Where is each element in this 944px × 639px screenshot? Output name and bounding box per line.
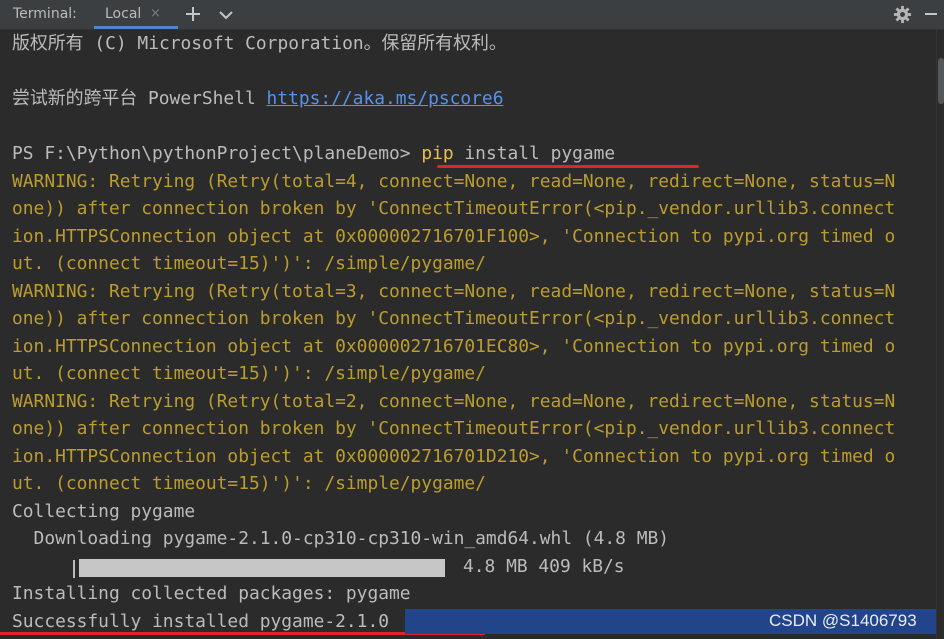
warning-line: WARNING: Retrying (Retry(total=3, connec…	[12, 280, 896, 302]
warning-line: ut. (connect timeout=15)')': /simple/pyg…	[12, 473, 486, 494]
warning-line: ion.HTTPSConnection object at 0x00000271…	[12, 335, 896, 357]
scrollbar-thumb[interactable]	[938, 58, 944, 104]
tab-local[interactable]: Local ×	[94, 0, 178, 29]
warning-line: WARNING: Retrying (Retry(total=4, connec…	[12, 170, 896, 192]
scrollbar[interactable]	[936, 30, 944, 639]
powershell-hint-line: 尝试新的跨平台 PowerShell https://aka.ms/pscore…	[12, 88, 503, 110]
terminal-output[interactable]: 版权所有 (C) Microsoft Corporation。保留所有权利。 尝…	[6, 30, 936, 639]
terminal-label: Terminal:	[13, 6, 77, 22]
chevron-down-icon[interactable]	[217, 6, 235, 24]
downloading-line: Downloading pygame-2.1.0-cp310-cp310-win…	[12, 528, 670, 549]
warning-line: one)) after connection broken by 'Connec…	[12, 308, 896, 329]
warning-line: ut. (connect timeout=15)')': /simple/pyg…	[12, 253, 486, 274]
powershell-hint-text: 尝试新的跨平台 PowerShell	[12, 88, 267, 109]
warning-line: ut. (connect timeout=15)')': /simple/pyg…	[12, 363, 486, 384]
active-tab-indicator	[94, 26, 178, 29]
copyright-line: 版权所有 (C) Microsoft Corporation。保留所有权利。	[12, 33, 507, 54]
warning-line: one)) after connection broken by 'Connec…	[12, 418, 896, 439]
command-args: install pygame	[453, 143, 616, 164]
download-speed-line: 4.8 MB 409 kB/s	[463, 555, 625, 577]
collecting-line: Collecting pygame	[12, 500, 196, 522]
command-line: PS F:\Python\pythonProject\planeDemo> pi…	[12, 143, 615, 165]
warning-line: ion.HTTPSConnection object at 0x00000271…	[12, 225, 896, 247]
download-progress-bar	[79, 559, 445, 577]
terminal-tool-window-header: Terminal: Local ×	[0, 0, 944, 30]
warning-line: ion.HTTPSConnection object at 0x00000271…	[12, 445, 896, 467]
prompt-text: PS F:\Python\pythonProject\planeDemo>	[12, 143, 422, 164]
command-pip: pip	[421, 143, 454, 164]
tab-local-label: Local	[105, 6, 142, 22]
pscore6-link[interactable]: https://aka.ms/pscore6	[267, 88, 504, 109]
warning-line: WARNING: Retrying (Retry(total=2, connec…	[12, 390, 896, 412]
watermark-text: CSDN @S1406793	[769, 611, 917, 630]
installing-line: Installing collected packages: pygame	[12, 583, 411, 604]
gear-icon[interactable]	[893, 5, 912, 24]
progress-bar-start	[73, 560, 75, 578]
download-progress-track	[79, 559, 445, 577]
add-icon[interactable]	[184, 5, 202, 23]
close-icon[interactable]: ×	[150, 6, 161, 21]
annotation-underline	[437, 165, 699, 168]
warning-line: one)) after connection broken by 'Connec…	[12, 198, 896, 219]
minimize-icon[interactable]	[922, 5, 940, 23]
success-line: Successfully installed pygame-2.1.0	[12, 610, 389, 632]
